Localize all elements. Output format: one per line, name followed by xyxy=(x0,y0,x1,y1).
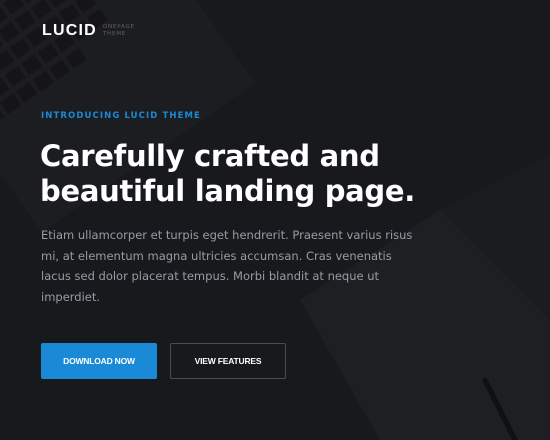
logo-wordmark: LUCID xyxy=(42,22,97,39)
logo-tagline-line1: ONEPAGE xyxy=(102,24,135,30)
logo-tagline-line2: THEME xyxy=(102,31,127,37)
hero-eyebrow: INTRODUCING LUCID THEME xyxy=(41,111,201,121)
download-now-button[interactable]: DOWNLOAD NOW xyxy=(41,343,157,379)
hero-headline-line2: beautiful landing page. xyxy=(40,174,415,208)
hero-description-line: imperdiet. xyxy=(41,289,101,304)
hero-section: LUCID ONEPAGE THEME INTRODUCING LUCID TH… xyxy=(0,0,550,440)
hero-headline: Carefully crafted and beautiful landing … xyxy=(40,139,460,209)
logo[interactable]: LUCID ONEPAGE THEME xyxy=(42,22,137,40)
logo-tagline: ONEPAGE THEME xyxy=(103,24,137,38)
hero-description-line: mi, at elementum magna ultricies accumsa… xyxy=(41,248,392,263)
hero-description: Etiam ullamcorper et turpis eget hendrer… xyxy=(41,225,413,307)
hero-headline-line1: Carefully crafted and xyxy=(40,139,380,173)
hero-description-line: lacus sed dolor placerat tempus. Morbi b… xyxy=(41,269,380,283)
view-features-button[interactable]: VIEW FEATURES xyxy=(170,343,286,379)
hero-description-line: Etiam ullamcorper et turpis eget hendrer… xyxy=(41,228,413,242)
